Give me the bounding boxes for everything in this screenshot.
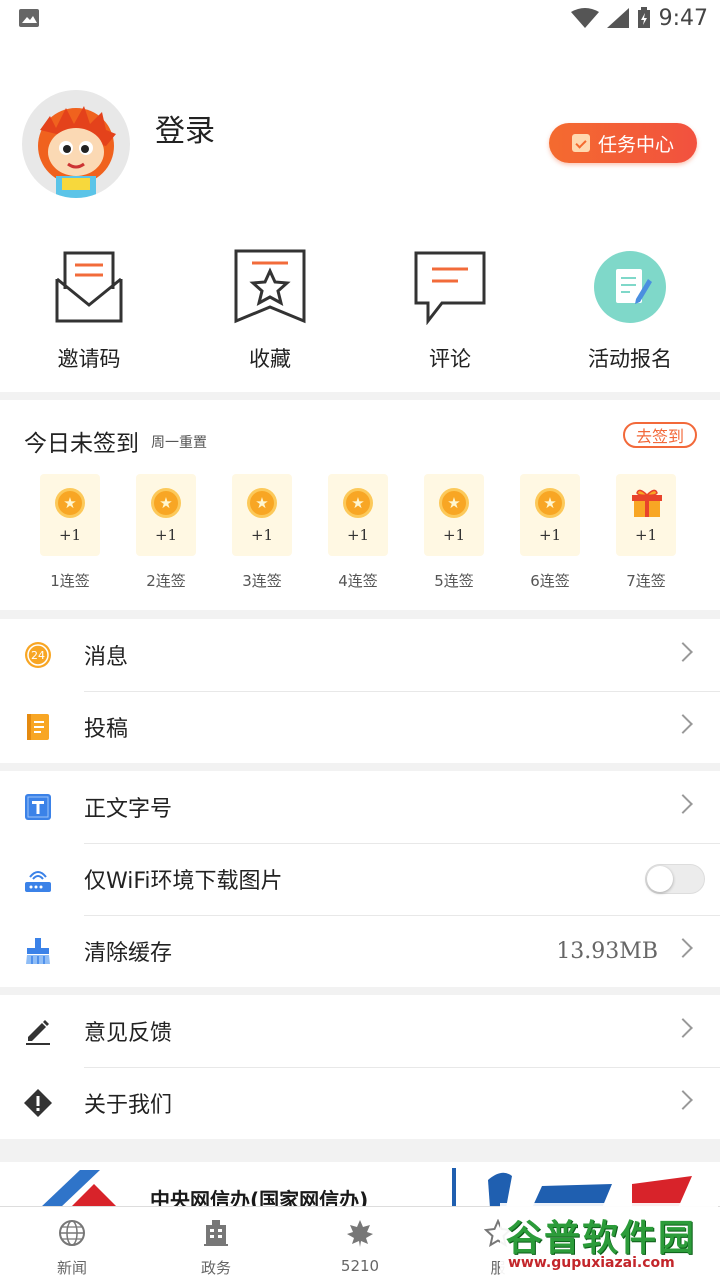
chevron-right-icon bbox=[673, 794, 693, 814]
battery-icon bbox=[637, 7, 650, 28]
signal-icon bbox=[606, 8, 629, 28]
quick-action-label: 评论 bbox=[429, 347, 471, 371]
menu-item-feedback[interactable]: 意见反馈 bbox=[0, 995, 720, 1067]
chevron-right-icon bbox=[673, 1018, 693, 1038]
quick-action-favorites[interactable]: 收藏 bbox=[205, 249, 335, 373]
cache-size-value: 13.93MB bbox=[556, 938, 658, 964]
quick-action-label: 活动报名 bbox=[588, 347, 672, 371]
clock: 9:47 bbox=[658, 5, 708, 31]
coin-icon bbox=[151, 488, 181, 518]
avatar[interactable] bbox=[22, 90, 130, 198]
checkin-day: +1 4连签 bbox=[328, 474, 390, 591]
checkin-day: +1 2连签 bbox=[136, 474, 198, 591]
info-diamond-icon bbox=[24, 1089, 52, 1117]
maple-leaf-icon bbox=[347, 1220, 373, 1247]
wifi-icon bbox=[570, 8, 599, 28]
wifi-images-toggle[interactable] bbox=[645, 864, 705, 894]
coin-icon bbox=[55, 488, 85, 518]
bookmark-star-icon bbox=[234, 249, 306, 324]
chevron-right-icon bbox=[673, 938, 693, 958]
quick-action-invite[interactable]: 邀请码 bbox=[24, 249, 154, 373]
coin-icon bbox=[535, 488, 565, 518]
checkin-section: 今日未签到 周一重置 去签到 +1 1连签 +1 2连签 +1 3连签 +1 4… bbox=[0, 400, 720, 610]
menu-group-settings: 正文字号 仅WiFi环境下载图片 清除缓存 13.93MB bbox=[0, 771, 720, 987]
menu-group-about: 意见反馈 关于我们 bbox=[0, 995, 720, 1139]
watermark-title: 谷普软件园 bbox=[506, 1218, 697, 1259]
task-center-label: 任务中心 bbox=[597, 133, 674, 156]
menu-item-clear-cache[interactable]: 清除缓存 13.93MB bbox=[0, 915, 720, 987]
status-bar: 9:47 bbox=[0, 0, 720, 36]
menu-item-about[interactable]: 关于我们 bbox=[0, 1067, 720, 1139]
svg-text:24: 24 bbox=[31, 649, 45, 662]
banner-divider bbox=[452, 1168, 456, 1208]
menu-item-submit[interactable]: 投稿 bbox=[0, 691, 720, 763]
coin-icon bbox=[247, 488, 277, 518]
quick-action-label: 邀请码 bbox=[57, 347, 121, 371]
gift-icon bbox=[632, 489, 662, 517]
invite-envelope-icon bbox=[55, 251, 123, 323]
message-badge-icon: 24 bbox=[25, 642, 51, 668]
coin-icon bbox=[343, 488, 373, 518]
menu-group-messages: 24 消息 投稿 bbox=[0, 619, 720, 763]
pencil-icon bbox=[26, 1020, 50, 1045]
checkin-button[interactable]: 去签到 bbox=[623, 422, 697, 448]
quick-action-comments[interactable]: 评论 bbox=[385, 249, 515, 373]
text-size-icon bbox=[25, 794, 51, 820]
menu-item-messages[interactable]: 24 消息 bbox=[0, 619, 720, 691]
tab-government[interactable]: 政务 bbox=[166, 1219, 266, 1278]
checkin-day: +1 3连签 bbox=[232, 474, 294, 591]
checkin-day: +1 6连签 bbox=[520, 474, 582, 591]
building-icon bbox=[204, 1220, 228, 1246]
image-notification-icon bbox=[19, 9, 39, 27]
router-icon bbox=[25, 871, 51, 892]
task-center-button[interactable]: 任务中心 bbox=[549, 123, 697, 163]
tab-5210[interactable]: 5210 bbox=[310, 1219, 410, 1275]
banner-text: 中央网信办(国家网信办) bbox=[150, 1188, 369, 1208]
banner-logo-icon bbox=[40, 1170, 118, 1208]
watermark-url: www.gupuxiazai.com bbox=[508, 1255, 675, 1271]
coin-icon bbox=[439, 488, 469, 518]
tab-news[interactable]: 新闻 bbox=[22, 1219, 122, 1278]
watermark: 谷普软件园 www.gupuxiazai.com bbox=[500, 1203, 718, 1277]
mascot-avatar-icon bbox=[38, 106, 116, 198]
globe-icon bbox=[59, 1220, 85, 1246]
checkin-day: +1 5连签 bbox=[424, 474, 486, 591]
profile-section: 登录 任务中心 邀请码 收藏 评论 活动报名 bbox=[0, 36, 720, 392]
checkin-title: 今日未签到 bbox=[24, 431, 139, 457]
menu-item-wifi-images: 仅WiFi环境下载图片 bbox=[0, 843, 720, 915]
calendar-check-icon bbox=[571, 134, 590, 152]
checkin-subtitle: 周一重置 bbox=[151, 435, 207, 451]
quick-action-signup[interactable]: 活动报名 bbox=[565, 249, 695, 373]
checkin-day: +1 1连签 bbox=[40, 474, 102, 591]
broom-icon bbox=[26, 938, 50, 964]
banner-brand-icon bbox=[488, 1172, 692, 1208]
checkin-day: +1 7连签 bbox=[616, 474, 678, 591]
notebook-icon bbox=[27, 714, 49, 740]
menu-item-font-size[interactable]: 正文字号 bbox=[0, 771, 720, 843]
comment-bubble-icon bbox=[414, 251, 486, 326]
chevron-right-icon bbox=[673, 714, 693, 734]
chevron-right-icon bbox=[673, 1090, 693, 1110]
ad-banner[interactable]: 中央网信办(国家网信办) bbox=[0, 1162, 720, 1208]
quick-action-label: 收藏 bbox=[249, 347, 291, 371]
chevron-right-icon bbox=[673, 642, 693, 662]
login-link[interactable]: 登录 bbox=[155, 106, 215, 150]
signup-form-icon bbox=[594, 251, 666, 323]
